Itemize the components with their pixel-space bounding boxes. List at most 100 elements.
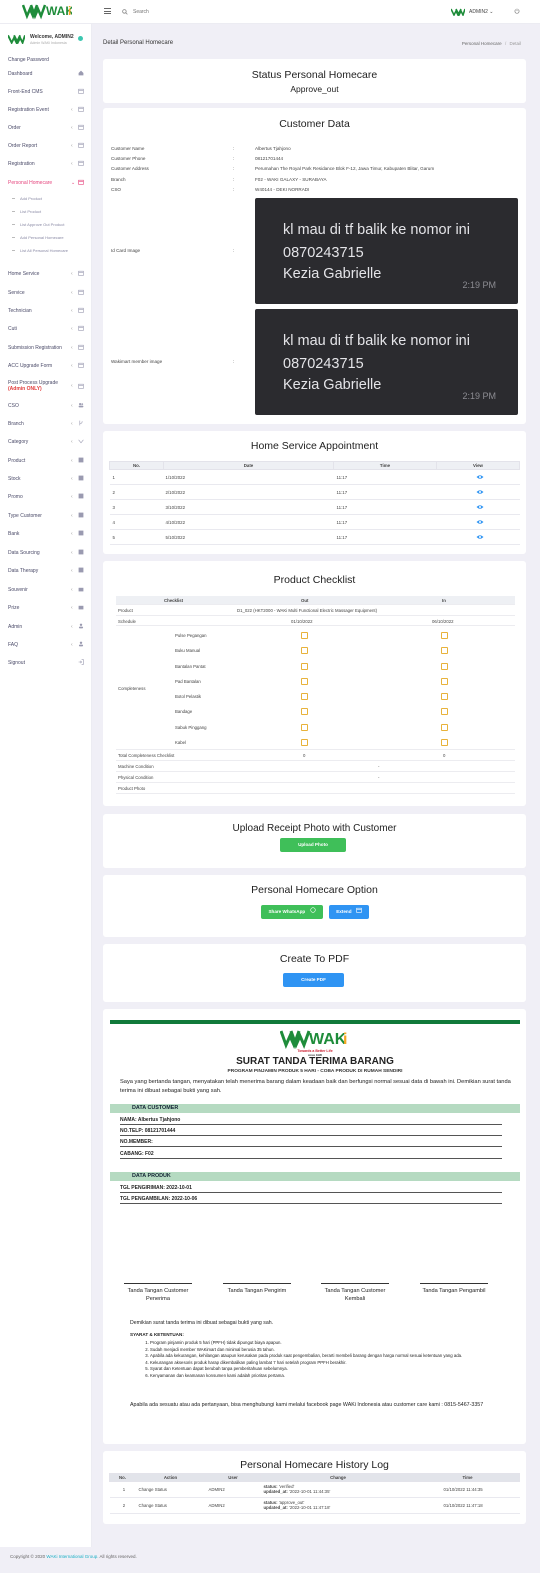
sidebar-subitem-add-personal-homecare[interactable]: Add Personal Homecare: [12, 235, 64, 240]
sidebar-item-front-end-cms[interactable]: Front-End CMS: [8, 88, 86, 95]
column-header: User: [205, 1473, 261, 1482]
sidebar-item-branch[interactable]: Branch ‹: [8, 420, 86, 427]
checkbox-in[interactable]: [441, 678, 448, 685]
sidebar-subitem-add-product[interactable]: Add Product: [11, 196, 42, 201]
sidebar-item-product[interactable]: Product ‹: [8, 457, 86, 464]
sidebar-item-cuti[interactable]: Cuti ‹: [8, 325, 86, 332]
sidebar-item-change-password[interactable]: Change Password: [8, 57, 86, 63]
calendar-icon: [78, 344, 84, 352]
copyright-prefix: Copyright © 2020: [10, 1554, 46, 1559]
checkbox-out[interactable]: [301, 693, 308, 700]
checkbox-in[interactable]: [441, 632, 448, 639]
checkbox-in[interactable]: [441, 663, 448, 670]
svg-text:WAK: WAK: [309, 1031, 347, 1048]
sidebar-item-signout[interactable]: Signout: [8, 659, 86, 666]
image-text-line: kl mau di tf balik ke nomor ini: [283, 333, 470, 349]
search-icon[interactable]: [122, 9, 128, 17]
top-navbar: WAK i ADMIN2 ⌄: [0, 0, 540, 24]
sidebar-item-order-report[interactable]: Order Report ‹: [8, 142, 86, 150]
checkbox-out[interactable]: [301, 724, 308, 731]
checkbox-out[interactable]: [301, 663, 308, 670]
sidebar-item-stock[interactable]: Stock ‹: [8, 475, 86, 483]
checkbox-in[interactable]: [441, 693, 448, 700]
calendar-icon: [78, 106, 84, 114]
menu-toggle-icon[interactable]: [104, 8, 111, 14]
wakimart-member-image[interactable]: kl mau di tf balik ke nomor ini 08702437…: [255, 309, 518, 415]
whatsapp-icon: [309, 905, 316, 919]
checkbox-out[interactable]: [301, 647, 308, 654]
user-menu[interactable]: ADMIN2 ⌄: [469, 9, 494, 15]
eye-icon[interactable]: [476, 504, 484, 511]
checklist-item-label: Pad Bantalan: [175, 679, 201, 684]
sidebar-item-promo[interactable]: Promo ‹: [8, 493, 86, 501]
sidebar-item-label: Dashboard: [8, 71, 33, 77]
checkbox-in[interactable]: [441, 724, 448, 731]
sidebar-item-bank[interactable]: Bank ‹: [8, 530, 86, 537]
physical-condition-row: Physical Condition -: [116, 772, 515, 783]
sidebar-item-post-process-upgrade[interactable]: Post Process Upgrade (Admin ONLY) ‹: [8, 380, 86, 392]
sidebar-item-personal-homecare[interactable]: Personal Homecare ⌄: [8, 179, 86, 186]
sidebar-item-service[interactable]: Service ‹: [8, 289, 86, 296]
sidebar-subitem-list-all-personal-homecare[interactable]: List All Personal Homecare: [11, 248, 68, 253]
total-in-value: 0: [443, 753, 446, 758]
checkbox-out[interactable]: [301, 739, 308, 746]
signature-pengambil: Tanda Tangan Pengambil: [420, 1283, 488, 1295]
sidebar-subitem-list-approve-out-product[interactable]: List Approve Out Product: [11, 222, 64, 227]
sidebar-item-category[interactable]: Category ‹: [8, 439, 86, 445]
breadcrumb-parent[interactable]: Personal Homecare: [462, 41, 502, 46]
sidebar-subitem-list-product[interactable]: List Product: [11, 209, 41, 214]
upload-photo-button[interactable]: Upload Photo: [280, 838, 346, 852]
sidebar-item-technician[interactable]: Technician ‹: [8, 307, 86, 314]
sidebar-item-cso[interactable]: CSO ‹: [8, 403, 86, 409]
checkbox-in[interactable]: [441, 708, 448, 715]
user-avatar[interactable]: [450, 8, 466, 18]
sidebar-item-admin[interactable]: Admin ‹: [8, 623, 86, 630]
sidebar-item-submission-registration[interactable]: Submission Registration ‹: [8, 344, 86, 352]
sidebar-item-order[interactable]: Order ‹: [8, 124, 86, 131]
sidebar-item-data-sourcing[interactable]: Data Sourcing ‹: [8, 549, 86, 556]
welcome-text: Welcome, ADMIN2: [30, 34, 74, 40]
sidebar-item-prize[interactable]: Prize ‹: [8, 605, 86, 611]
sidebar-item-souvenir[interactable]: Souvenir ‹: [8, 587, 86, 593]
table-header-row: Checklist Out In: [116, 596, 515, 605]
sidebar-item-type-customer[interactable]: Type Customer ‹: [8, 512, 86, 519]
checkbox-in[interactable]: [441, 739, 448, 746]
grid-icon: [78, 493, 84, 501]
eye-icon[interactable]: [476, 534, 484, 541]
chevron-left-icon: ‹: [71, 531, 73, 537]
sidebar-item-faq[interactable]: FAQ ‹: [8, 641, 86, 648]
sidebar-item-registration[interactable]: Registration ‹: [8, 160, 86, 167]
field-tgl-pengambilan: TGL PENGAMBILAN: 2022-10-06: [120, 1195, 502, 1204]
eye-icon[interactable]: [476, 519, 484, 526]
eye-icon[interactable]: [476, 489, 484, 496]
waki-logo[interactable]: WAK i: [21, 3, 74, 21]
search-input[interactable]: [133, 8, 253, 16]
sidebar-item-home-service[interactable]: Home Service ‹: [8, 270, 86, 277]
eye-icon[interactable]: [476, 474, 484, 481]
sidebar-item-registration-event[interactable]: Registration Event ‹: [8, 106, 86, 114]
checklist-item-label: Botol Pelastik: [175, 694, 202, 699]
checkbox-out[interactable]: [301, 708, 308, 715]
extend-button[interactable]: Extend: [329, 905, 369, 919]
calendar-icon: [78, 142, 84, 150]
checkbox-in[interactable]: [441, 647, 448, 654]
checklist-item-label: Buku Manual: [175, 648, 201, 653]
create-pdf-button[interactable]: Create PDF: [283, 973, 344, 987]
company-link[interactable]: WAKi International Group.: [46, 1554, 98, 1559]
chevron-left-icon: ‹: [71, 439, 73, 445]
column-header: Action: [135, 1473, 206, 1482]
wakimart-member-image-label: Wakimart member image: [111, 359, 163, 364]
total-out-value: 0: [303, 753, 306, 758]
status-card: Status Personal Homecare Approve_out: [103, 59, 526, 103]
checkbox-out[interactable]: [301, 678, 308, 685]
sidebar-item-data-therapy[interactable]: Data Therapy ‹: [8, 567, 86, 574]
checkbox-out[interactable]: [301, 632, 308, 639]
id-card-image[interactable]: kl mau di tf balik ke nomor ini 08702437…: [255, 198, 518, 304]
share-whatsapp-button[interactable]: Share WhatsApp: [261, 905, 323, 919]
sidebar-item-acc-upgrade-form[interactable]: ACC Upgrade Form ‹: [8, 362, 86, 369]
sidebar-item-dashboard[interactable]: Dashboard: [8, 70, 86, 77]
power-icon[interactable]: [514, 8, 520, 16]
grid-icon: [78, 475, 84, 483]
history-log-table: No. Action User Change Time 1 Change Sta…: [109, 1473, 520, 1514]
online-status-dot: [78, 36, 83, 41]
